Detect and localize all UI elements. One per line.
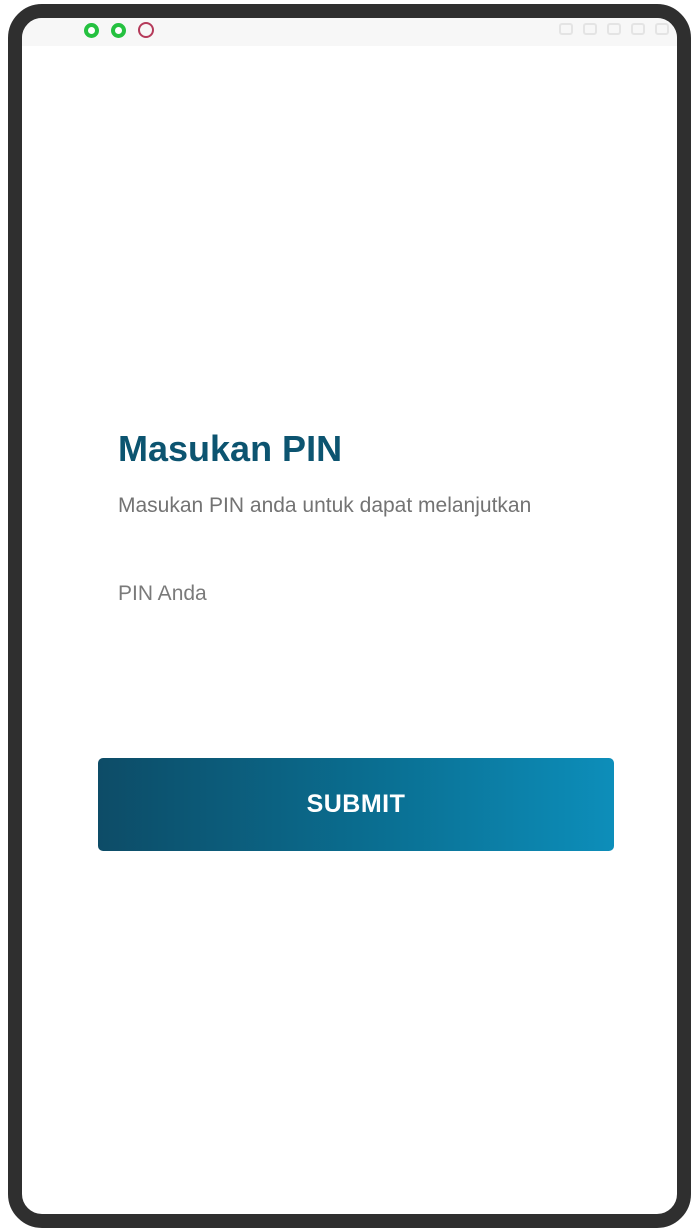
pin-input[interactable] bbox=[118, 578, 618, 610]
notification-icon bbox=[559, 23, 573, 35]
submit-button[interactable]: SUBMIT bbox=[98, 758, 614, 851]
status-left-group bbox=[30, 22, 154, 38]
battery-icon bbox=[655, 23, 669, 35]
page-title: Masukan PIN bbox=[118, 428, 343, 469]
page-subtitle: Masukan PIN anda untuk dapat melanjutkan bbox=[118, 494, 532, 517]
alarm-icon bbox=[583, 23, 597, 35]
whatsapp-icon bbox=[84, 22, 99, 38]
device-frame: Masukan PIN Masukan PIN anda untuk dapat… bbox=[8, 4, 691, 1228]
app-logo-icon bbox=[138, 22, 154, 38]
status-right-group bbox=[559, 23, 669, 35]
whatsapp-icon bbox=[111, 22, 126, 38]
signal-icon bbox=[631, 23, 645, 35]
status-bar bbox=[22, 18, 677, 46]
wifi-icon bbox=[607, 23, 621, 35]
